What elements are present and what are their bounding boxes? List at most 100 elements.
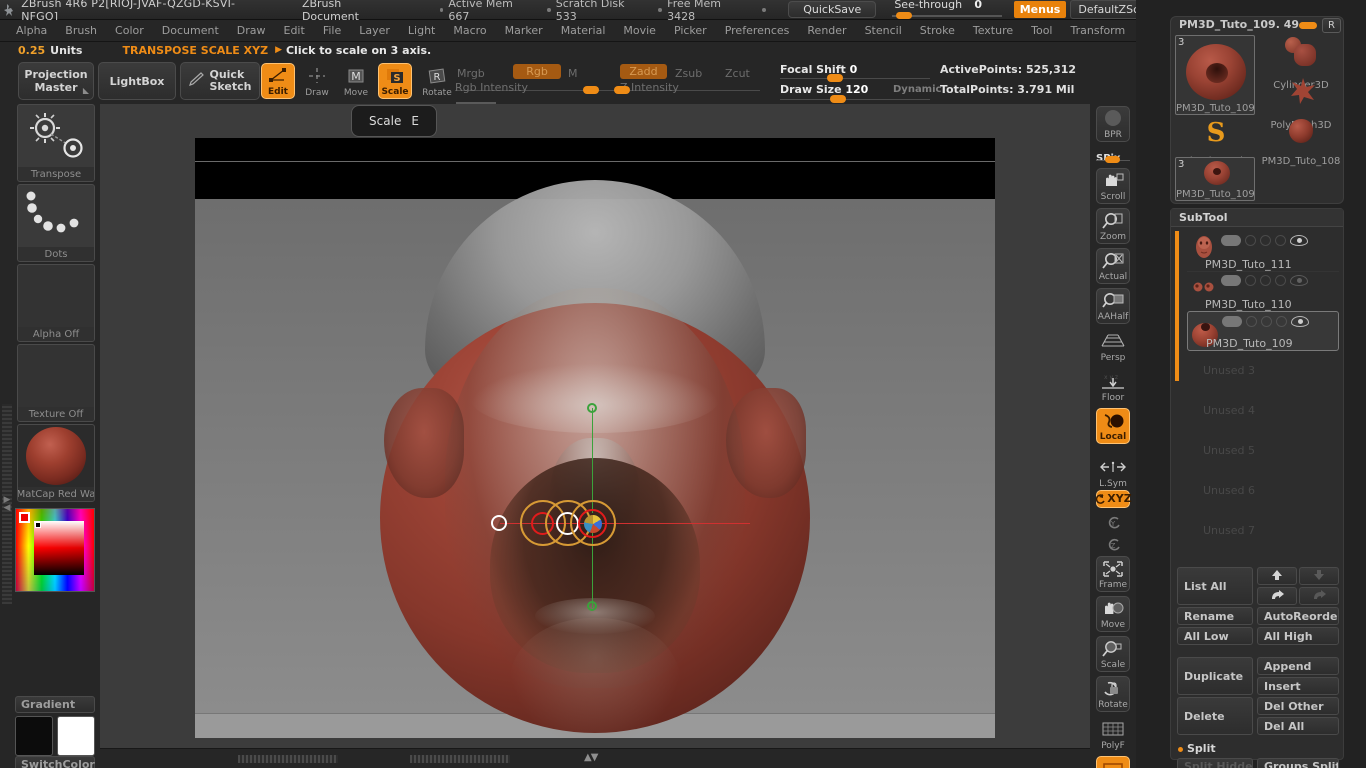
subtool-row-109[interactable]: PM3D_Tuto_109 [1187,311,1339,351]
subtool-visibility-eye-icon[interactable] [1290,275,1308,286]
subtool-mask-icon[interactable] [1275,275,1286,286]
duplicate-button[interactable]: Duplicate [1177,657,1253,695]
subtool-icons-109[interactable] [1222,316,1309,327]
menu-stencil[interactable]: Stencil [857,21,910,40]
z-intensity-slider[interactable]: Z Intensity [614,81,760,96]
menu-alpha[interactable]: Alpha [8,21,55,40]
see-through-knob[interactable] [896,11,913,19]
menu-transform[interactable]: Transform [1063,21,1134,40]
rotate-z-button[interactable]: Z [1096,532,1130,556]
rotate-view-button[interactable]: Rotate [1096,676,1130,712]
local-button[interactable]: Local [1096,408,1130,444]
autoreorder-button[interactable]: AutoReorder [1257,607,1339,625]
bottom-scroll-handle-right[interactable] [410,755,510,763]
menu-file[interactable]: File [315,21,349,40]
rotate-y-button[interactable]: Y [1096,510,1130,534]
draw-size-slider[interactable] [780,91,930,105]
zadd-button[interactable]: Zadd [620,64,667,79]
tool-panel-r-button[interactable]: R [1322,18,1341,33]
see-through-slider[interactable]: See-through 0 [892,0,1003,19]
menu-movie[interactable]: Movie [615,21,664,40]
focal-shift-slider[interactable] [780,70,930,84]
polyf-button[interactable]: PolyF [1096,716,1130,752]
subtool-unused-5[interactable]: Unused 5 [1203,444,1255,457]
append-button[interactable]: Append [1257,657,1339,675]
rgb-intensity-knob[interactable] [583,86,599,94]
bottom-scroll-handle-left[interactable] [238,755,338,763]
quicksave-button[interactable]: QuickSave [788,1,877,18]
tile-material[interactable]: MatCap Red Wa [17,424,95,502]
move-right-dim-button[interactable] [1299,587,1339,605]
delete-button[interactable]: Delete [1177,697,1253,735]
del-other-button[interactable]: Del Other [1257,697,1339,715]
move-up-button[interactable] [1257,567,1297,585]
tile-transpose[interactable]: Transpose [17,104,95,182]
spix-knob[interactable] [1105,156,1120,163]
move-right-button[interactable] [1257,587,1297,605]
color-sv-marker[interactable] [35,522,41,528]
menu-light[interactable]: Light [400,21,443,40]
color-current-marker[interactable] [19,512,30,523]
menu-picker[interactable]: Picker [666,21,715,40]
spix-slider[interactable]: SPix [1096,146,1130,166]
rename-button[interactable]: Rename [1177,607,1253,625]
document-canvas[interactable] [195,138,995,738]
list-all-button[interactable]: List All [1177,567,1253,605]
subtool-row-110[interactable]: PM3D_Tuto_110 [1187,271,1339,311]
subtool-mask-icon[interactable] [1276,316,1287,327]
zsub-label[interactable]: Zsub [675,67,702,80]
tile-texture[interactable]: Texture Off [17,344,95,422]
subtool-polypaint-icon[interactable] [1246,316,1257,327]
subtool-half-icon[interactable] [1260,235,1271,246]
menu-stroke[interactable]: Stroke [912,21,963,40]
menu-marker[interactable]: Marker [497,21,551,40]
switch-color-button[interactable]: SwitchColor [15,756,95,768]
move-down-button[interactable] [1299,567,1339,585]
move-button[interactable]: M Move [339,63,373,99]
draw-button[interactable]: Draw [300,63,334,99]
subtool-polypaint-icon[interactable] [1245,235,1256,246]
persp-button[interactable]: Persp [1096,328,1130,364]
menu-texture[interactable]: Texture [965,21,1021,40]
primary-color-swatch[interactable] [15,716,53,756]
subtool-half-icon[interactable] [1261,316,1272,327]
subtool-icons-110[interactable] [1221,275,1308,286]
mrgb-label[interactable]: Mrgb [457,67,485,80]
subtool-unused-4[interactable]: Unused 4 [1203,404,1255,417]
menu-document[interactable]: Document [154,21,227,40]
scroll-button[interactable]: Scroll [1096,168,1130,204]
rgb-intensity-slider[interactable]: Rgb Intensity [455,81,615,96]
menu-layer[interactable]: Layer [351,21,398,40]
bottom-scroll-arrows-icon[interactable]: ▲▼ [584,752,598,763]
gradient-button[interactable]: Gradient [15,696,95,713]
insert-button[interactable]: Insert [1257,677,1339,695]
menu-color[interactable]: Color [107,21,152,40]
lightbox-button[interactable]: LightBox [98,62,176,100]
menu-edit[interactable]: Edit [276,21,313,40]
frame-button[interactable]: Frame [1096,556,1130,592]
subtool-unused-7[interactable]: Unused 7 [1203,524,1255,537]
projection-master-button[interactable]: Projection Master ◣ [18,62,94,100]
menu-render[interactable]: Render [799,21,854,40]
floor-button[interactable]: x y z Floor [1096,368,1130,404]
subtool-half-icon[interactable] [1260,275,1271,286]
tool-slot-pm3d-109-large[interactable]: 3 PM3D_Tuto_109 [1175,35,1255,115]
secondary-color-swatch[interactable] [57,716,95,756]
menu-brush[interactable]: Brush [57,21,105,40]
canvas-area[interactable] [100,104,1090,768]
subtool-mask-icon[interactable] [1275,235,1286,246]
bpr-button[interactable]: BPR [1096,106,1130,142]
menu-draw[interactable]: Draw [229,21,274,40]
scale-view-button[interactable]: Scale [1096,636,1130,672]
subtool-visibility-eye-icon[interactable] [1290,235,1308,246]
color-sv-square[interactable] [34,521,84,575]
subtool-polypaint-icon[interactable] [1245,275,1256,286]
menus-button[interactable]: Menus [1013,1,1067,18]
split-hidden-button[interactable]: Split Hidden [1177,758,1253,768]
subtool-toggle-icon[interactable] [1221,275,1241,286]
tile-alpha[interactable]: Alpha Off [17,264,95,342]
draw-size-knob[interactable] [830,95,846,103]
subtool-scrollbar[interactable] [1175,231,1179,381]
z-intensity-knob[interactable] [614,86,630,94]
zcut-label[interactable]: Zcut [725,67,750,80]
